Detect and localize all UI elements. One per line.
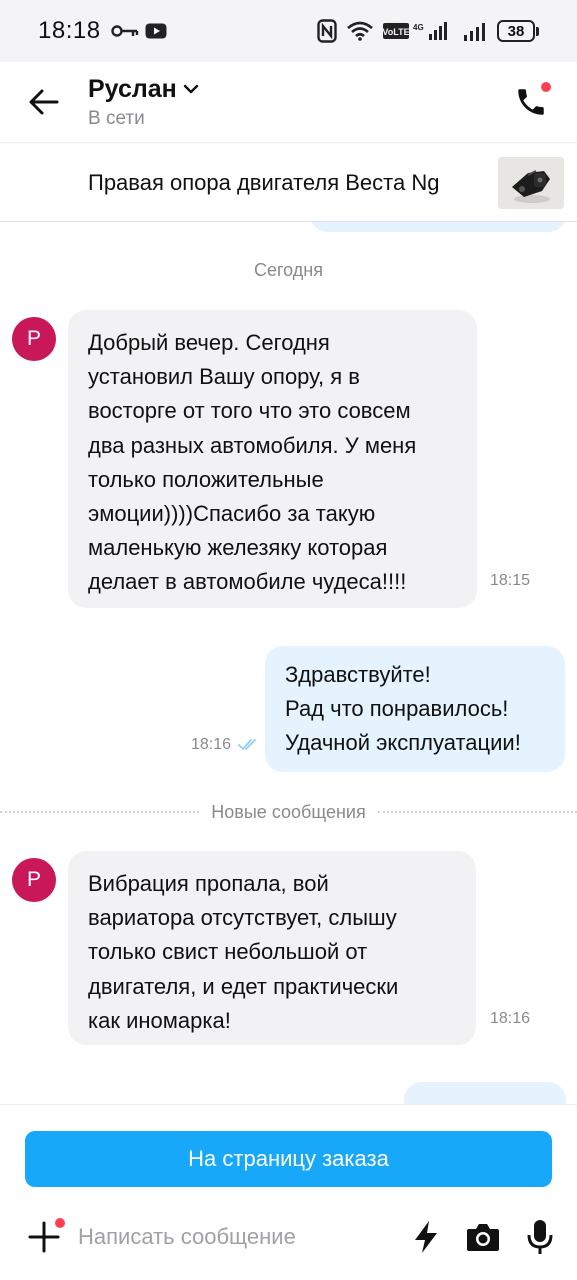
message-line: делает в автомобиле чудеса!!!! bbox=[88, 569, 407, 595]
message-line: установил Вашу опору, я в bbox=[88, 364, 360, 390]
message-composer bbox=[0, 1207, 577, 1267]
contact-info[interactable]: Руслан В сети bbox=[88, 75, 199, 130]
svg-text:4G: 4G bbox=[413, 23, 424, 32]
message-line: эмоции))))Спасибо за такую bbox=[88, 501, 376, 527]
bottom-panel: На страницу заказа bbox=[0, 1104, 577, 1280]
message-line: как иномарка! bbox=[88, 1007, 231, 1033]
call-button[interactable] bbox=[503, 74, 559, 130]
attach-button[interactable] bbox=[26, 1217, 66, 1257]
wifi-icon bbox=[347, 21, 373, 41]
message-line: Удачной эксплуатации! bbox=[285, 730, 521, 756]
chevron-down-icon bbox=[183, 84, 198, 94]
previous-message-fragment bbox=[310, 222, 566, 232]
signal-icon bbox=[464, 23, 485, 41]
chat-header: Руслан В сети bbox=[0, 62, 577, 142]
pinned-product[interactable]: Правая опора двигателя Веста Ng bbox=[0, 142, 577, 222]
plus-icon bbox=[28, 1218, 65, 1253]
message-line: Вибрация пропала, вой bbox=[88, 871, 329, 896]
incoming-message[interactable]: Вибрация пропала, вой вариатора отсутств… bbox=[68, 851, 476, 1045]
message-line: восторге от того что это совсем bbox=[88, 398, 411, 424]
message-line: маленькую железяку которая bbox=[88, 535, 388, 561]
svg-text:VoLTE: VoLTE bbox=[383, 27, 410, 37]
battery-indicator: 38 bbox=[497, 20, 539, 42]
arrow-left-icon bbox=[29, 89, 59, 115]
avatar[interactable]: Р bbox=[12, 858, 56, 902]
engine-mount-image bbox=[498, 157, 564, 209]
back-button[interactable] bbox=[16, 74, 72, 130]
new-messages-label: Новые сообщения bbox=[211, 801, 366, 822]
lightning-icon bbox=[415, 1221, 437, 1253]
message-time: 18:15 bbox=[490, 572, 531, 589]
messages-list[interactable]: Сегодня Р Добрый вечер. Сегодня установи… bbox=[0, 222, 577, 1104]
message-time: 18:16 bbox=[191, 736, 232, 753]
quick-replies-button[interactable] bbox=[406, 1217, 446, 1257]
camera-icon bbox=[467, 1224, 499, 1251]
camera-button[interactable] bbox=[463, 1217, 503, 1257]
voice-message-button[interactable] bbox=[520, 1217, 560, 1257]
status-bar: 18:18 VoLTE 4G 38 bbox=[0, 0, 577, 62]
message-line: Рад что понравилось! bbox=[285, 696, 509, 722]
double-check-icon bbox=[238, 739, 256, 750]
contact-name: Руслан bbox=[88, 74, 177, 103]
volte-signal-icon: VoLTE 4G bbox=[383, 22, 447, 40]
nfc-icon bbox=[317, 19, 337, 43]
call-notification-dot bbox=[541, 82, 551, 92]
product-title: Правая опора двигателя Веста Ng bbox=[88, 169, 440, 195]
next-message-fragment bbox=[404, 1082, 566, 1104]
incoming-message[interactable]: Добрый вечер. Сегодня установил Вашу опо… bbox=[68, 310, 477, 608]
message-line: только свист небольшой от bbox=[88, 939, 368, 965]
youtube-icon bbox=[145, 23, 167, 39]
date-separator: Сегодня bbox=[254, 260, 323, 280]
outgoing-message[interactable]: Здравствуйте! Рад что понравилось! Удачн… bbox=[265, 646, 565, 772]
status-time: 18:18 bbox=[38, 17, 101, 44]
microphone-icon bbox=[527, 1220, 553, 1254]
key-icon bbox=[110, 25, 138, 37]
product-thumbnail[interactable] bbox=[498, 157, 564, 209]
message-time: 18:16 bbox=[490, 1010, 531, 1027]
order-page-button[interactable]: На страницу заказа bbox=[25, 1131, 552, 1187]
contact-status: В сети bbox=[88, 107, 145, 129]
new-messages-separator: Новые сообщения bbox=[0, 798, 577, 826]
message-line: Добрый вечер. Сегодня bbox=[88, 330, 330, 355]
battery-level: 38 bbox=[497, 20, 535, 42]
message-input[interactable] bbox=[78, 1215, 388, 1259]
message-line: только положительные bbox=[88, 466, 324, 492]
message-line: два разных автомобиля. У меня bbox=[88, 432, 417, 458]
message-line: двигателя, и едет практически bbox=[88, 973, 399, 999]
avatar[interactable]: Р bbox=[12, 317, 56, 361]
message-line: вариатора отсутствует, слышу bbox=[88, 905, 397, 931]
message-line: Здравствуйте! bbox=[285, 662, 431, 687]
